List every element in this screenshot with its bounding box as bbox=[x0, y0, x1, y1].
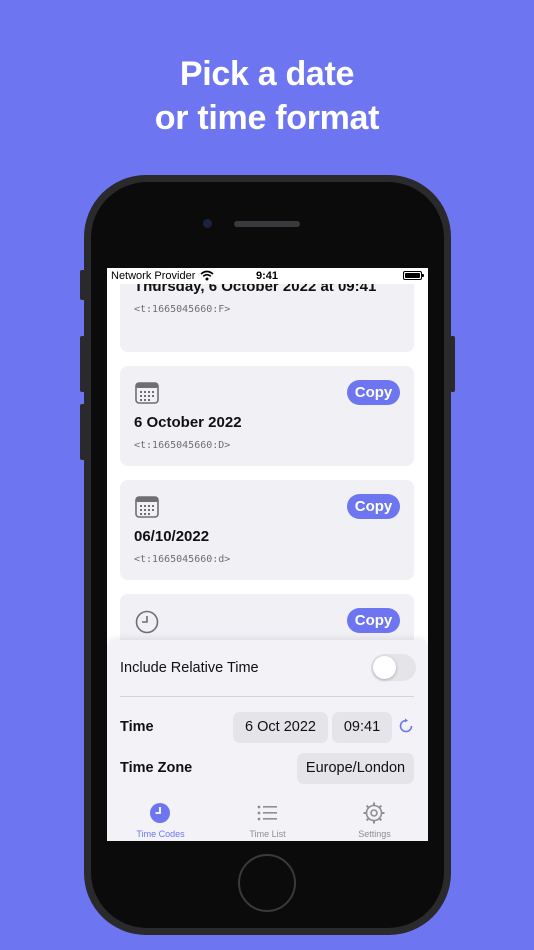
tab-time-list[interactable]: Time List bbox=[214, 798, 321, 841]
earpiece-speaker bbox=[234, 221, 300, 227]
tab-label: Settings bbox=[358, 829, 391, 839]
card-title-short-date: 06/10/2022 bbox=[134, 528, 210, 545]
format-card-short-date: Copy 06/10/2022 <t:1665045660:d> bbox=[120, 480, 414, 580]
headline-line-2: or time format bbox=[154, 99, 380, 137]
list-icon bbox=[256, 802, 278, 829]
date-picker[interactable]: 6 Oct 2022 bbox=[233, 712, 328, 743]
clock-icon bbox=[135, 610, 159, 639]
power-button bbox=[450, 336, 455, 392]
relative-time-label: Include Relative Time bbox=[120, 660, 259, 676]
calendar-icon bbox=[135, 496, 159, 523]
headline: Pick a date or time format bbox=[0, 52, 534, 140]
refresh-icon[interactable] bbox=[398, 718, 414, 739]
gear-icon bbox=[363, 802, 385, 829]
front-camera bbox=[203, 219, 212, 228]
timezone-label: Time Zone bbox=[120, 760, 193, 776]
network-provider: Network Provider bbox=[111, 270, 196, 282]
copy-button-long-date[interactable]: Copy bbox=[347, 380, 400, 405]
card-code-short-date: <t:1665045660:d> bbox=[134, 554, 231, 565]
copy-button-time[interactable]: Copy bbox=[347, 608, 400, 633]
calendar-icon bbox=[135, 382, 159, 409]
tab-time-codes[interactable]: Time Codes bbox=[107, 798, 214, 841]
relative-time-toggle[interactable] bbox=[371, 654, 416, 681]
toggle-knob bbox=[373, 656, 396, 679]
card-code-full: <t:1665045660:F> bbox=[134, 304, 231, 315]
wifi-icon bbox=[200, 270, 214, 284]
divider bbox=[120, 696, 414, 697]
battery-icon bbox=[403, 271, 424, 280]
status-time: 9:41 bbox=[256, 270, 279, 282]
time-picker[interactable]: 09:41 bbox=[332, 712, 392, 743]
format-card-long-date: Copy 6 October 2022 <t:1665045660:D> bbox=[120, 366, 414, 466]
app-screen: Network Provider 9:41 Thursday, 6 Octobe… bbox=[107, 268, 428, 841]
home-button[interactable] bbox=[238, 854, 296, 912]
copy-button-short-date[interactable]: Copy bbox=[347, 494, 400, 519]
headline-line-1: Pick a date bbox=[179, 55, 355, 93]
clock-icon bbox=[149, 802, 171, 829]
tab-bar: Time Codes Time List Settings bbox=[107, 798, 428, 841]
tab-label: Time List bbox=[249, 829, 286, 839]
volume-up-button bbox=[80, 336, 85, 392]
tab-settings[interactable]: Settings bbox=[321, 798, 428, 841]
volume-down-button bbox=[80, 404, 85, 460]
time-label: Time bbox=[120, 719, 154, 735]
card-code-long-date: <t:1665045660:D> bbox=[134, 440, 231, 451]
settings-sheet: Include Relative Time Time 6 Oct 2022 09… bbox=[107, 640, 428, 841]
tab-label: Time Codes bbox=[136, 829, 185, 839]
card-title-long-date: 6 October 2022 bbox=[134, 414, 242, 431]
status-bar: Network Provider 9:41 bbox=[107, 268, 428, 284]
timezone-picker[interactable]: Europe/London bbox=[297, 753, 414, 784]
mute-switch bbox=[80, 270, 85, 300]
